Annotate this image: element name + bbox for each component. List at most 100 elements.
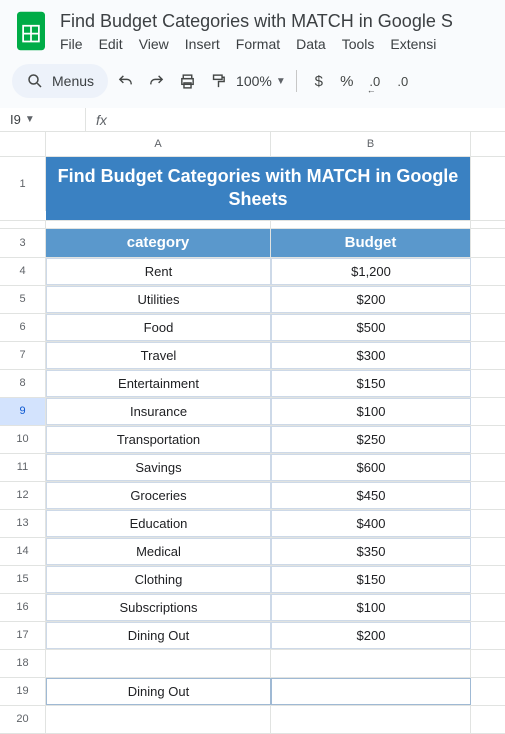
zoom-text: 100% [236, 73, 272, 89]
table-row: 17Dining Out$200 [0, 622, 505, 650]
cell-budget[interactable]: $600 [271, 454, 471, 481]
row-header[interactable]: 8 [0, 370, 46, 397]
redo-button[interactable] [143, 68, 170, 94]
cell[interactable] [271, 650, 471, 677]
row-header[interactable]: 18 [0, 650, 46, 677]
row-header[interactable]: 7 [0, 342, 46, 369]
cell-category[interactable]: Food [46, 314, 271, 341]
row-header[interactable]: 12 [0, 482, 46, 509]
menu-insert[interactable]: Insert [185, 36, 220, 52]
cell-category[interactable]: Subscriptions [46, 594, 271, 621]
cell-category[interactable]: Savings [46, 454, 271, 481]
cell-lookup-budget[interactable] [271, 678, 471, 705]
title-block: Find Budget Categories with MATCH in Goo… [60, 11, 493, 52]
cell-category[interactable]: Transportation [46, 426, 271, 453]
search-menus[interactable]: Menus [12, 64, 108, 98]
header-budget[interactable]: Budget [271, 229, 471, 257]
cell-budget[interactable]: $150 [271, 566, 471, 593]
table-row [0, 221, 505, 229]
row-header[interactable]: 13 [0, 510, 46, 537]
cell-category[interactable]: Dining Out [46, 622, 271, 649]
cell-category[interactable]: Medical [46, 538, 271, 565]
row-header[interactable]: 16 [0, 594, 46, 621]
formula-input[interactable] [117, 108, 505, 131]
paint-format-button[interactable] [205, 68, 232, 94]
row-header[interactable]: 19 [0, 678, 46, 705]
cell-budget[interactable]: $1,200 [271, 258, 471, 285]
decrease-decimal-button[interactable]: .0← [363, 68, 387, 94]
undo-button[interactable] [112, 68, 139, 94]
menu-data[interactable]: Data [296, 36, 326, 52]
cell-category[interactable]: Entertainment [46, 370, 271, 397]
cell-category[interactable]: Utilities [46, 286, 271, 313]
title-row: Find Budget Categories with MATCH in Goo… [12, 8, 493, 54]
header-category[interactable]: category [46, 229, 271, 257]
cell-budget[interactable]: $200 [271, 622, 471, 649]
app-header: Find Budget Categories with MATCH in Goo… [0, 0, 505, 54]
currency-button[interactable]: $ [307, 68, 331, 94]
title-cell[interactable]: Find Budget Categories with MATCH in Goo… [46, 157, 471, 220]
cell[interactable] [271, 706, 471, 733]
menu-view[interactable]: View [139, 36, 169, 52]
cell[interactable] [46, 706, 271, 733]
cell-category[interactable]: Travel [46, 342, 271, 369]
toolbar-divider [296, 70, 297, 92]
cell-budget[interactable]: $350 [271, 538, 471, 565]
menu-format[interactable]: Format [236, 36, 280, 52]
sheets-logo-icon[interactable] [12, 8, 50, 54]
name-box-text: I9 [10, 112, 21, 127]
row-header[interactable]: 1 [0, 157, 46, 211]
caret-down-icon: ▼ [25, 114, 35, 125]
row-header[interactable]: 11 [0, 454, 46, 481]
table-row: 12Groceries$450 [0, 482, 505, 510]
menubar: File Edit View Insert Format Data Tools … [60, 36, 493, 52]
menu-edit[interactable]: Edit [99, 36, 123, 52]
row-header[interactable]: 4 [0, 258, 46, 285]
cell-lookup-category[interactable]: Dining Out [46, 678, 271, 705]
row-header[interactable]: 15 [0, 566, 46, 593]
cell-budget[interactable]: $200 [271, 286, 471, 313]
row-header[interactable]: 3 [0, 229, 46, 257]
row-header[interactable]: 5 [0, 286, 46, 313]
cell-category[interactable]: Rent [46, 258, 271, 285]
menu-extensions[interactable]: Extensi [390, 36, 436, 52]
print-button[interactable] [174, 68, 201, 94]
menu-tools[interactable]: Tools [342, 36, 375, 52]
document-title[interactable]: Find Budget Categories with MATCH in Goo… [60, 11, 493, 32]
table-row: 18 [0, 650, 505, 678]
menu-file[interactable]: File [60, 36, 83, 52]
cell-budget[interactable]: $300 [271, 342, 471, 369]
formula-bar-row: I9 ▼ fx [0, 108, 505, 132]
row-header[interactable]: 14 [0, 538, 46, 565]
row-header[interactable]: 17 [0, 622, 46, 649]
col-header-b[interactable]: B [271, 132, 471, 156]
table-row: 9Insurance$100 [0, 398, 505, 426]
percent-button[interactable]: % [335, 68, 359, 94]
name-box[interactable]: I9 ▼ [0, 108, 86, 131]
row-header[interactable]: 9 [0, 398, 46, 425]
cell-category[interactable]: Groceries [46, 482, 271, 509]
row-header[interactable]: 20 [0, 706, 46, 733]
col-header-a[interactable]: A [46, 132, 271, 156]
cell-category[interactable]: Clothing [46, 566, 271, 593]
cell[interactable] [46, 650, 271, 677]
cell-budget[interactable]: $500 [271, 314, 471, 341]
select-all-corner[interactable] [0, 132, 46, 156]
cell-budget[interactable]: $450 [271, 482, 471, 509]
cell[interactable] [271, 221, 471, 228]
cell-budget[interactable]: $150 [271, 370, 471, 397]
cell-budget[interactable]: $250 [271, 426, 471, 453]
fx-icon: fx [86, 112, 117, 128]
cell-budget[interactable]: $100 [271, 398, 471, 425]
row-header[interactable]: 10 [0, 426, 46, 453]
cell-budget[interactable]: $100 [271, 594, 471, 621]
cell-category[interactable]: Insurance [46, 398, 271, 425]
zoom-level[interactable]: 100% ▼ [236, 73, 286, 89]
table-row: 11Savings$600 [0, 454, 505, 482]
row-header[interactable]: 6 [0, 314, 46, 341]
increase-decimal-button[interactable]: .0 [391, 68, 415, 94]
row-header[interactable] [0, 221, 46, 228]
cell-category[interactable]: Education [46, 510, 271, 537]
cell[interactable] [46, 221, 271, 228]
cell-budget[interactable]: $400 [271, 510, 471, 537]
